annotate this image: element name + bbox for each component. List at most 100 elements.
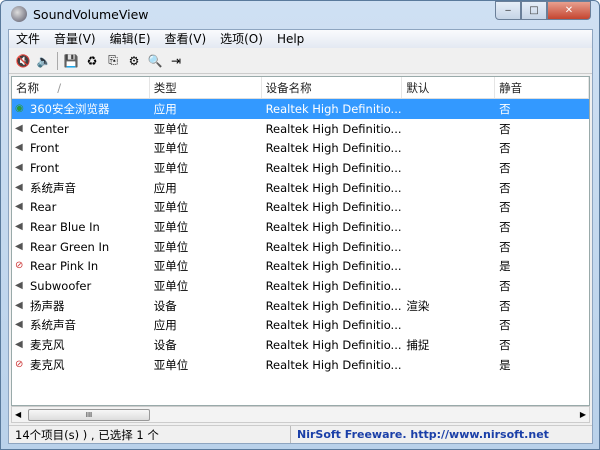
cell-mute: 否 xyxy=(499,200,511,215)
unmute-icon[interactable]: 🔈 xyxy=(36,53,52,69)
cell-default: 捕捉 xyxy=(406,338,430,353)
cell-type: 亚单位 xyxy=(153,239,189,254)
table-row[interactable]: ⊘ Rear Pink In 亚单位 Realtek High Definitio… xyxy=(12,257,589,277)
cell-name: ◀ Center xyxy=(12,122,150,136)
cell-mute: 否 xyxy=(499,121,511,136)
scroll-left-icon[interactable]: ◀ xyxy=(15,410,21,419)
speaker-icon: ◀ xyxy=(15,339,23,351)
cell-type: 应用 xyxy=(153,180,177,195)
scroll-thumb[interactable]: III xyxy=(28,409,150,421)
cell-mute: 否 xyxy=(499,318,511,333)
speaker-icon: ◀ xyxy=(15,319,23,331)
nirsoft-link[interactable]: NirSoft Freeware. http://www.nirsoft.net xyxy=(291,426,549,443)
menu-item[interactable]: Help xyxy=(270,30,311,48)
cell-device: Realtek High Definitio... xyxy=(265,239,402,254)
cell-mute: 否 xyxy=(499,141,511,156)
status-bar: 14个项目(s) ) , 已选择 1 个 NirSoft Freeware. h… xyxy=(9,425,592,443)
column-header-default[interactable]: 默认 xyxy=(402,77,496,98)
menu-bar: 文件 音量(V) 编辑(E) 查看(V) 选项(O) Help xyxy=(9,30,592,48)
row-name: 麦克风 xyxy=(30,338,65,353)
row-name: Subwoofer xyxy=(30,279,92,294)
cell-type: 设备 xyxy=(153,338,177,353)
row-name: Front xyxy=(30,141,60,156)
table-row[interactable]: ◀ Center 亚单位 Realtek High Definitio... 否 xyxy=(12,119,589,139)
cell-mute: 否 xyxy=(499,298,511,313)
table-row[interactable]: ◀ Rear Green In 亚单位 Realtek High Definiti… xyxy=(12,237,589,257)
cell-device: Realtek High Definitio... xyxy=(265,357,402,372)
mute-icon[interactable]: 🔇 xyxy=(15,53,31,69)
cell-device: Realtek High Definitio... xyxy=(265,219,402,234)
row-name: Rear Green In xyxy=(30,239,110,254)
list-header: 名称 / 类型 设备名称 默认 静音 xyxy=(12,77,589,99)
cell-mute: 否 xyxy=(499,239,511,254)
find-icon[interactable]: 🔍 xyxy=(147,53,163,69)
cell-device: Realtek High Definitio... xyxy=(265,101,402,116)
browser-icon: ◉ xyxy=(15,102,24,114)
speaker-icon: ◀ xyxy=(15,220,23,232)
menu-item[interactable]: 音量(V) xyxy=(47,30,103,48)
table-row[interactable]: ◀ Rear 亚单位 Realtek High Definitio... 否 xyxy=(12,197,589,217)
exit-icon[interactable]: ⇥ xyxy=(168,53,184,69)
cell-name: ⊘ 麦克风 xyxy=(12,357,150,373)
cell-default: 渲染 xyxy=(406,298,430,313)
table-row[interactable]: ◀ 系统声音 应用 Realtek High Definitio... 否 xyxy=(12,178,589,198)
column-label: 名称 xyxy=(16,81,39,95)
save-icon[interactable]: 💾 xyxy=(63,53,79,69)
menu-item[interactable]: 文件 xyxy=(9,30,47,48)
cell-type: 亚单位 xyxy=(153,121,189,136)
table-row[interactable]: ⊘ 麦克风 亚单位 Realtek High Definitio... 是 xyxy=(12,355,589,375)
table-row[interactable]: ◀ Front 亚单位 Realtek High Definitio... 否 xyxy=(12,158,589,178)
horizontal-scrollbar[interactable]: ◀ III ▶ xyxy=(11,406,590,423)
cell-type: 亚单位 xyxy=(153,141,189,156)
scroll-right-icon[interactable]: ▶ xyxy=(580,410,586,419)
cell-mute: 否 xyxy=(499,219,511,234)
menu-item[interactable]: 选项(O) xyxy=(213,30,270,48)
column-header-device[interactable]: 设备名称 xyxy=(262,77,403,98)
row-name: Front xyxy=(30,160,60,175)
table-row[interactable]: ◀ Subwoofer 亚单位 Realtek High Definitio...… xyxy=(12,276,589,296)
column-header-type[interactable]: 类型 xyxy=(150,77,262,98)
app-window: SoundVolumeView ‒ □ ✕ 文件 音量(V) 编辑(E) 查看(V) 选… xyxy=(0,0,600,450)
cell-mute: 是 xyxy=(499,357,511,372)
row-name: 麦克风 xyxy=(30,357,65,372)
row-name: Rear Blue In xyxy=(30,219,100,234)
cell-device: Realtek High Definitio... xyxy=(265,259,402,274)
column-header-name[interactable]: 名称 / xyxy=(12,77,150,98)
close-button[interactable]: ✕ xyxy=(547,1,591,20)
speaker-icon: ◀ xyxy=(15,122,23,134)
sound-list: 名称 / 类型 设备名称 默认 静音 ◉ 360安全浏览器 应用 Realtek … xyxy=(11,76,590,406)
cell-type: 应用 xyxy=(153,101,177,116)
copy-icon[interactable]: ⎘ xyxy=(105,53,121,69)
menu-item[interactable]: 编辑(E) xyxy=(103,30,158,48)
toolbar-separator xyxy=(57,51,58,70)
toolbar: 🔇 🔈 💾 ♻ ⎘ ⚙ 🔍 ⇥ xyxy=(9,48,592,74)
table-row[interactable]: ◉ 360安全浏览器 应用 Realtek High Definitio... 否 xyxy=(12,99,589,119)
cell-type: 应用 xyxy=(153,318,177,333)
minimize-button[interactable]: ‒ xyxy=(495,1,521,20)
cell-device: Realtek High Definitio... xyxy=(265,121,402,136)
table-row[interactable]: ◀ 扬声器 设备 Realtek High Definitio... 渲染 否 xyxy=(12,296,589,316)
row-name: 扬声器 xyxy=(30,298,65,313)
speaker-muted-icon: ⊘ xyxy=(15,358,24,370)
cell-device: Realtek High Definitio... xyxy=(265,180,402,195)
table-row[interactable]: ◀ 系统声音 应用 Realtek High Definitio... 否 xyxy=(12,316,589,336)
speaker-icon: ◀ xyxy=(15,201,23,213)
speaker-icon: ◀ xyxy=(15,161,23,173)
table-row[interactable]: ◀ 麦克风 设备 Realtek High Definitio... 捕捉 否 xyxy=(12,335,589,355)
app-icon xyxy=(11,6,27,22)
speaker-muted-icon: ⊘ xyxy=(15,260,24,272)
cell-name: ◀ Rear xyxy=(12,200,150,214)
column-header-mute[interactable]: 静音 xyxy=(495,77,589,98)
cell-type: 亚单位 xyxy=(153,279,189,294)
cell-device: Realtek High Definitio... xyxy=(265,141,402,156)
row-name: Center xyxy=(30,121,69,136)
menu-item[interactable]: 查看(V) xyxy=(158,30,214,48)
refresh-icon[interactable]: ♻ xyxy=(84,53,100,69)
table-row[interactable]: ◀ Rear Blue In 亚单位 Realtek High Definitio… xyxy=(12,217,589,237)
table-row[interactable]: ◀ Front 亚单位 Realtek High Definitio... 否 xyxy=(12,138,589,158)
properties-icon[interactable]: ⚙ xyxy=(126,53,142,69)
cell-device: Realtek High Definitio... xyxy=(265,318,402,333)
maximize-button[interactable]: □ xyxy=(521,1,547,20)
speaker-icon: ◀ xyxy=(15,299,23,311)
cell-mute: 否 xyxy=(499,160,511,175)
